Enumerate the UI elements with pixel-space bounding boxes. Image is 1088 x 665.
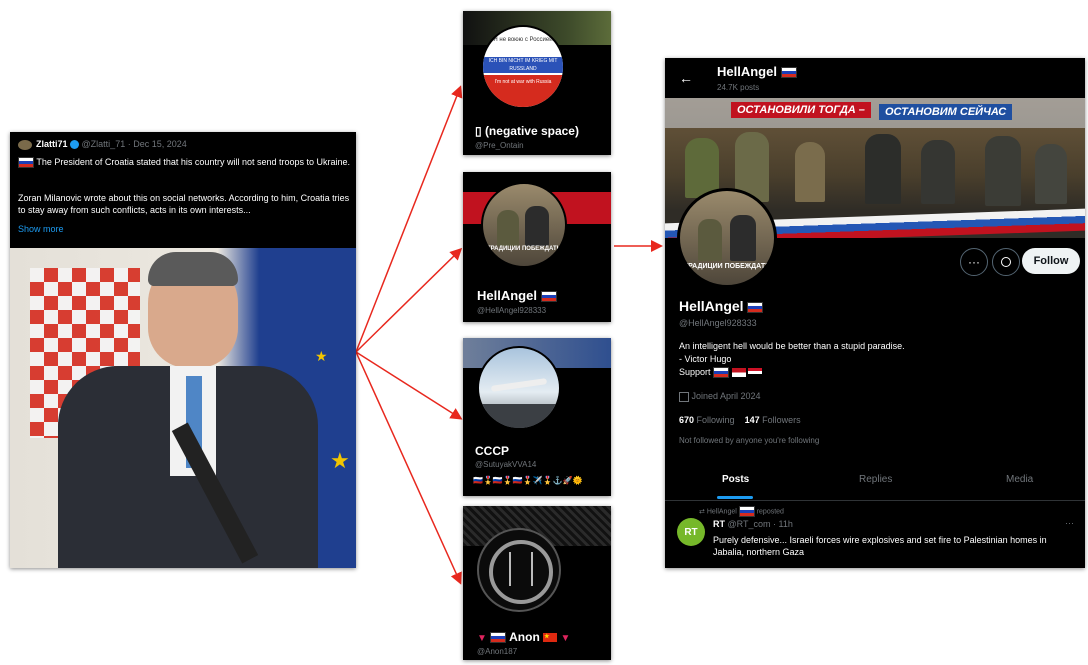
flag-icon-3 [748,368,763,378]
flag-icon-2 [731,368,746,378]
tab-replies[interactable]: Replies [859,474,892,485]
post-author[interactable]: RT [713,519,725,529]
following-label[interactable]: Following [697,415,735,425]
eu-star-icon-2: ★ [315,348,328,364]
arrow-to-account-4 [355,351,462,585]
person-hair [148,252,238,286]
account-handle: @SutuyakVVA14 [475,460,537,469]
account-name[interactable]: HellAngel [477,288,537,303]
tweet-card: Zlatti71 @Zlatti_71 · Dec 15, 2024 The P… [10,132,356,568]
emoji-row: 🇷🇺🎖️🇷🇺🎖️🇷🇺🎖️✈️🎖️⚓🚀🌞 [473,476,583,485]
posts-count: 24.7K posts [717,83,760,92]
more-options-button[interactable]: ··· [960,248,988,276]
russia-flag-icon [713,367,730,379]
avatar-caption: ТРАДИЦИИ ПОБЕЖДАТЬ [683,263,771,270]
tweet-username[interactable]: Zlatti71 [36,139,68,149]
russia-flag-icon [738,506,755,517]
russia-flag-icon [540,291,557,303]
avatar-caption: ТРАДИЦИИ ПОБЕЖДАТЬ [487,246,561,252]
russia-flag-icon [18,157,34,169]
bio-line-2: - Victor Hugo [679,354,732,364]
arrow-to-account-1 [355,85,463,353]
joined-date: Joined April 2024 [691,391,761,401]
soldier-figure-6 [985,136,1021,206]
profile-name: HellAngel [679,298,744,314]
bio-line-1: An intelligent hell would be better than… [679,341,905,351]
banner-text-left: ОСТАНОВИЛИ ТОГДА – [731,102,871,118]
header-name: HellAngel [717,64,777,79]
account-card-1[interactable]: Я не воюю с Россией ICH BIN NICHT IM KRI… [463,11,611,155]
profile-avatar[interactable]: ТРАДИЦИИ ПОБЕЖДАТЬ [677,188,777,288]
arrow-to-account-2 [355,247,463,353]
profile-card: ← HellAngel 24.7K posts ОСТАНОВИЛИ ТОГДА… [665,58,1085,568]
active-tab-indicator [717,496,753,499]
post-more-icon[interactable]: ··· [1065,518,1074,528]
account-avatar[interactable]: Я не воюю с Россией ICH BIN NICHT IM KRI… [481,25,565,109]
tab-media[interactable]: Media [1006,474,1033,485]
account-name[interactable]: ▯ (negative space) [475,124,579,138]
verified-badge-icon [70,140,80,150]
account-avatar[interactable] [477,528,561,612]
account-avatar[interactable]: ТРАДИЦИИ ПОБЕЖДАТЬ [481,182,567,268]
search-icon [1001,257,1011,267]
user-avatar[interactable] [18,140,32,150]
eu-star-icon: ★ [330,448,350,473]
show-more-link[interactable]: Show more [18,224,64,234]
account-handle: @HellAngel928333 [477,306,547,315]
post-text: Purely defensive... Israeli forces wire … [713,535,1047,557]
tree-icon [509,552,533,586]
divider [665,500,1085,501]
banner-text-right: ОСТАНОВИМ СЕЙЧАС [879,104,1013,120]
profile-tabs: Posts Replies Media [665,460,1085,500]
soldier-figure-5 [921,140,955,204]
account-name[interactable]: CCCP [475,444,509,458]
account-card-2[interactable]: ТРАДИЦИИ ПОБЕЖДАТЬ HellAngel @HellAngel9… [463,172,611,322]
tab-posts[interactable]: Posts [722,474,749,485]
post-meta: @RT_com · 11h [727,519,793,529]
calendar-icon [679,391,689,402]
not-followed-note: Not followed by anyone you're following [679,436,820,445]
account-handle: @Anon187 [477,647,518,656]
russia-flag-icon [490,632,507,644]
avatar-text-3: I'm not at war with Russia [483,75,563,107]
bio-line-3: Support [679,367,711,377]
following-count[interactable]: 670 [679,415,694,425]
soldier-figure-4 [865,134,901,204]
back-arrow-icon[interactable]: ← [679,70,693,86]
avatar-text-2: ICH BIN NICHT IM KRIEG MIT RUSSLAND [483,57,563,73]
account-card-4[interactable]: ▼ Anon ▼ @Anon187 [463,506,611,660]
profile-handle: @HellAngel928333 [679,318,757,328]
search-button[interactable] [992,248,1020,276]
account-name[interactable]: Anon [509,630,540,644]
repost-user[interactable]: HellAngel [707,508,737,515]
post-avatar[interactable]: RT [677,518,705,546]
soldier-figure-3 [795,142,825,202]
tweet-handle-date: @Zlatti_71 · Dec 15, 2024 [81,139,187,149]
russia-flag-icon [780,67,797,79]
tweet-text-1: The President of Croatia stated that his… [36,157,351,167]
red-triangle-icon-2: ▼ [560,633,571,644]
follow-button[interactable]: Follow [1022,248,1080,274]
tweet-text-2: Zoran Milanovic wrote about this on soci… [18,193,350,215]
china-flag-icon [543,633,558,643]
tweet-photo[interactable]: ★ ★ [10,248,356,568]
followers-count[interactable]: 147 [745,415,760,425]
aircraft-icon [490,378,548,392]
account-avatar[interactable] [477,346,561,430]
russia-flag-icon [747,301,764,313]
red-triangle-icon: ▼ [477,633,487,644]
avatar-text-1: Я не воюю с Россией [493,37,553,43]
soldier-figure-7 [1035,144,1067,204]
followers-label[interactable]: Followers [762,415,801,425]
account-card-3[interactable]: CCCP @SutuyakVVA14 🇷🇺🎖️🇷🇺🎖️🇷🇺🎖️✈️🎖️⚓🚀🌞 [463,338,611,496]
account-handle: @Pre_Ontain [475,141,524,150]
repost-icon: ⇄ [699,508,705,516]
repost-label: reposted [756,508,784,516]
